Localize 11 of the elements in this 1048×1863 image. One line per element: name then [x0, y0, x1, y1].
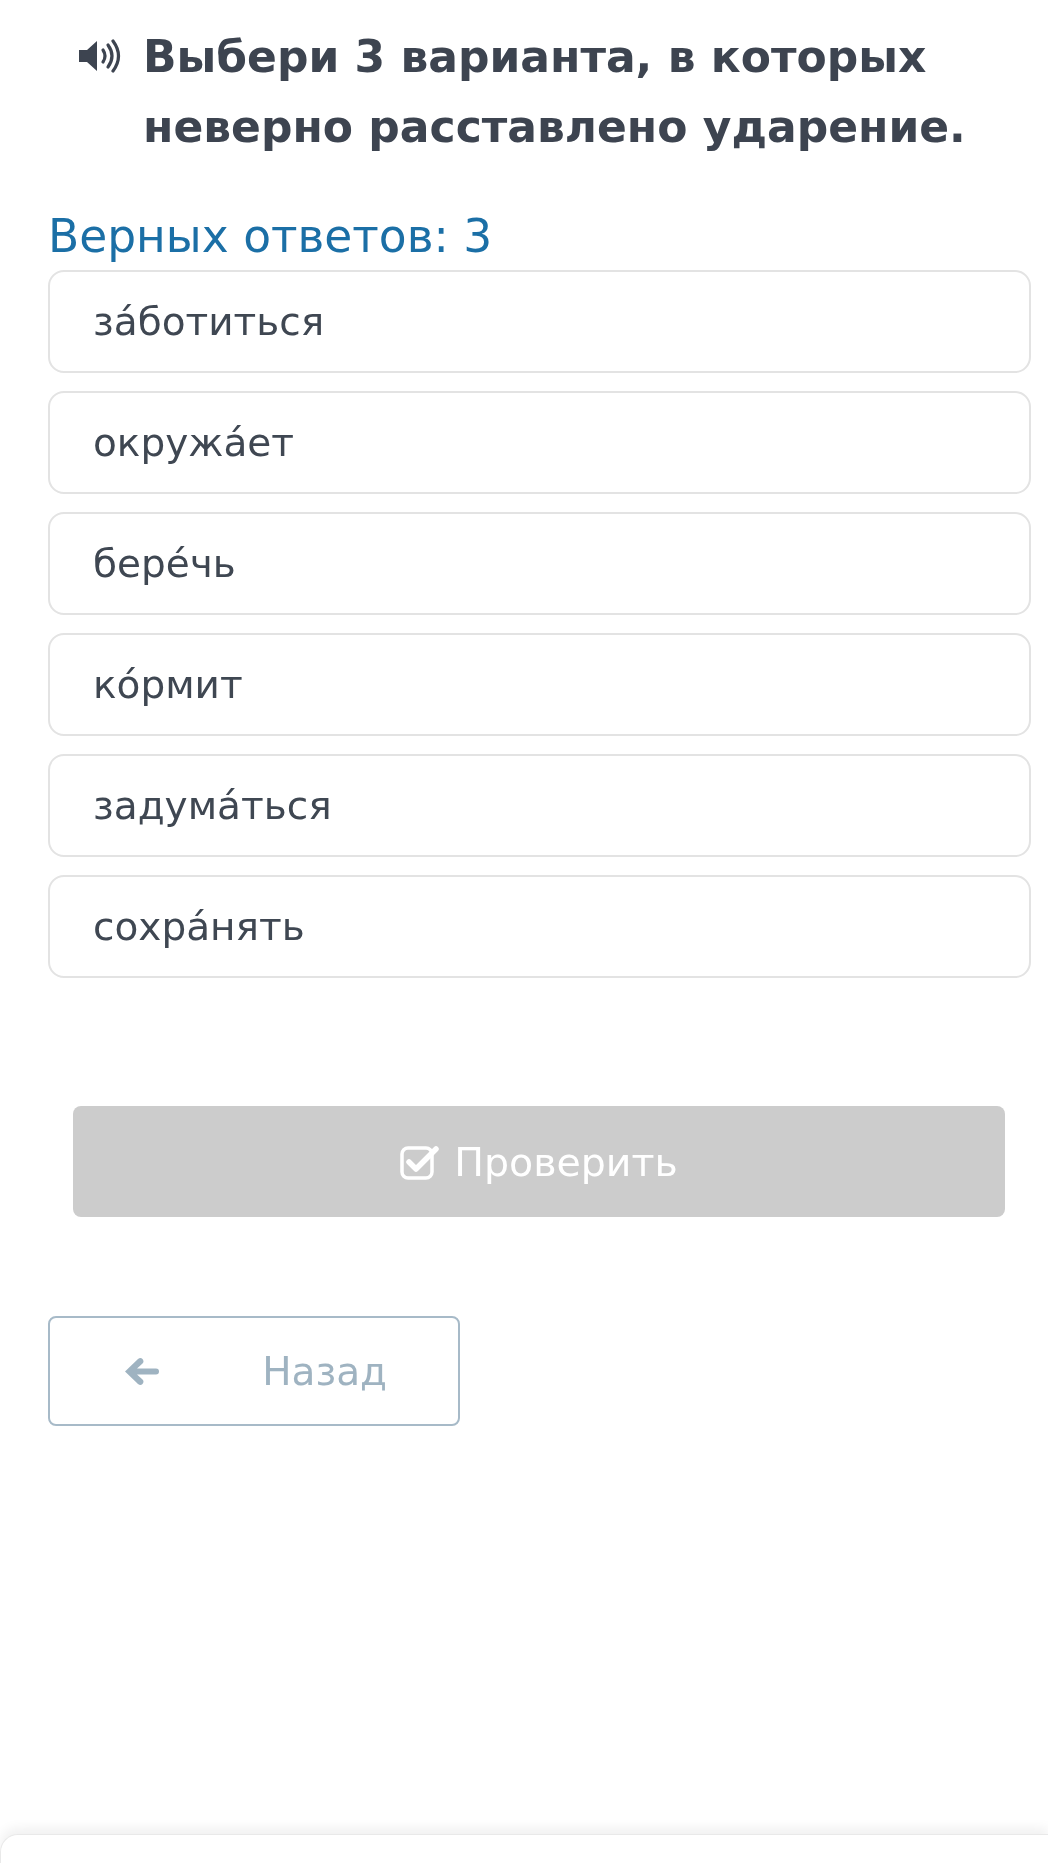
checkbox-icon	[400, 1143, 441, 1180]
answer-option[interactable]: ко́рмит	[48, 633, 1031, 736]
answer-option[interactable]: задума́ться	[48, 754, 1031, 857]
question-text: Выбери 3 варианта, в которых неверно расставлено ударение.	[143, 30, 967, 154]
speaker-icon[interactable]	[77, 39, 123, 73]
answer-option[interactable]: сохра́нять	[48, 875, 1031, 978]
answer-option[interactable]: окружа́ет	[48, 391, 1031, 494]
answer-option[interactable]: за́ботиться	[48, 270, 1031, 373]
arrow-left-icon	[123, 1355, 160, 1387]
answer-option[interactable]: бере́чь	[48, 512, 1031, 615]
correct-answers-count: Верных ответов: 3	[48, 209, 494, 265]
